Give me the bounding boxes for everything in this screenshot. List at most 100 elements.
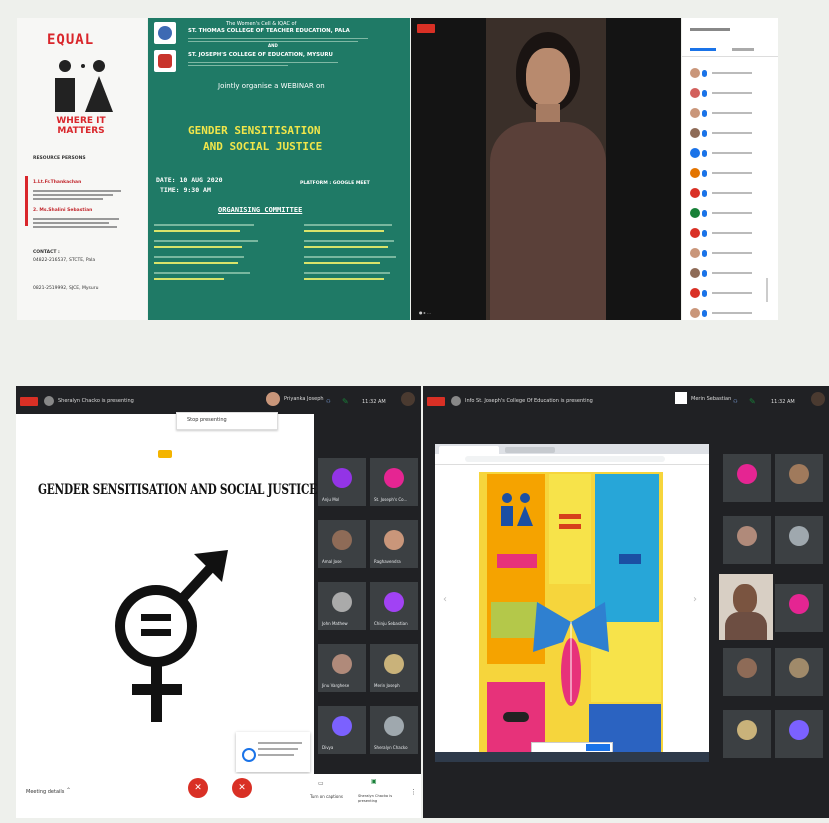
tab-people[interactable]	[690, 48, 716, 51]
equal-subtitle: WHERE IT MATTERS	[56, 116, 106, 136]
chat-icon[interactable]: ✎	[342, 397, 349, 406]
participant-tile[interactable]: Chinju Sebastian	[370, 582, 418, 630]
taskbar	[435, 752, 709, 762]
chevron-up-icon[interactable]: ⌃	[66, 787, 71, 794]
participant-tile[interactable]: Sheralyn Chacko	[370, 706, 418, 754]
participant-tile[interactable]: St. Joseph's Co...	[370, 458, 418, 506]
participant-tile[interactable]	[723, 454, 771, 502]
resource-person-2: 2. Ms.Shalini Sebastian	[33, 208, 93, 213]
browser-tab[interactable]	[439, 446, 499, 454]
mustache-icon	[503, 712, 529, 722]
topic-line-2: AND SOCIAL JUSTICE	[203, 140, 323, 153]
participant-tile[interactable]: Amal Jose	[318, 520, 366, 568]
user-avatar[interactable]	[811, 392, 825, 406]
user-name: Merin Sebastian	[691, 396, 732, 402]
resource-person-1: 1.Lt.Fr.Thankachan	[33, 180, 82, 185]
participant-tile[interactable]: Jinu Varghese	[318, 644, 366, 692]
user-avatar[interactable]	[401, 392, 415, 406]
participant-tile[interactable]	[775, 648, 823, 696]
webinar-date: DATE: 10 AUG 2020	[156, 176, 223, 184]
participant-row[interactable]	[690, 188, 770, 200]
committee-list	[154, 220, 404, 316]
participant-list	[682, 18, 778, 320]
tab-chat[interactable]	[732, 48, 754, 51]
speaker-frame	[486, 18, 606, 320]
webinar-poster: The Women's Cell & IQAC of ST. THOMAS CO…	[148, 18, 410, 320]
browser-tab[interactable]	[505, 447, 555, 453]
speaker-video: ● ▸ ...	[411, 18, 681, 320]
meet-topbar: Info St. Joseph's College Of Education i…	[423, 386, 829, 414]
chat-icon[interactable]: ✎	[749, 397, 756, 406]
meet-topbar: Sheralyn Chacko is presenting Priyanka J…	[16, 386, 421, 414]
participant-row[interactable]	[690, 108, 770, 120]
meeting-details-link[interactable]: Meeting details	[26, 789, 64, 795]
participant-row[interactable]	[690, 88, 770, 100]
next-arrow-icon[interactable]: ›	[693, 594, 697, 605]
mic-off-button[interactable]: ✕	[188, 778, 208, 798]
artwork-photo	[479, 472, 663, 762]
participant-tile[interactable]	[775, 710, 823, 758]
participant-row[interactable]	[690, 168, 770, 180]
participant-tile[interactable]	[775, 584, 823, 632]
more-options-icon[interactable]: ⋮	[410, 788, 417, 796]
participant-tile[interactable]	[723, 710, 771, 758]
equal-poster: EQUAL WHERE IT MATTERS RESOURCE PERSONS …	[17, 18, 147, 320]
participant-row[interactable]	[690, 148, 770, 160]
present-icon[interactable]: ▣	[371, 778, 377, 785]
stop-presenting-button[interactable]	[586, 744, 610, 751]
webinar-platform: PLATFORM : GOOGLE MEET	[300, 181, 370, 186]
participant-row[interactable]	[690, 268, 770, 280]
captions-icon[interactable]: ▭	[318, 780, 324, 787]
participant-tile[interactable]	[775, 454, 823, 502]
art-panel-green	[491, 602, 539, 638]
people-icon[interactable]: ⚇	[733, 399, 737, 405]
participant-tile[interactable]	[723, 516, 771, 564]
notification-icon	[242, 748, 256, 762]
camera-off-button[interactable]: ✕	[232, 778, 252, 798]
art-label-pink	[497, 554, 537, 568]
participant-tile[interactable]: Divya	[318, 706, 366, 754]
notification-card[interactable]	[236, 732, 310, 772]
stop-presenting-banner[interactable]: Stop presenting	[176, 412, 278, 430]
prev-arrow-icon[interactable]: ‹	[443, 594, 447, 605]
participant-row[interactable]	[690, 128, 770, 140]
participant-row[interactable]	[690, 308, 770, 320]
organise-text: Jointly organise a WEBINAR on	[218, 82, 325, 90]
presenter-avatar	[451, 396, 461, 406]
people-icon[interactable]: ⚇	[326, 399, 330, 405]
presenting-text: Sheralyn Chacko is presenting	[58, 398, 134, 404]
participant-row[interactable]	[690, 68, 770, 80]
presenting-text: Info St. Joseph's College Of Education i…	[465, 398, 593, 404]
participant-tile[interactable]: Anju Mol	[318, 458, 366, 506]
college1-logo	[154, 22, 176, 44]
participant-row[interactable]	[690, 228, 770, 240]
speaker-clothing	[490, 122, 606, 320]
participant-tile[interactable]	[775, 516, 823, 564]
address-input[interactable]	[465, 456, 665, 462]
person1-details	[33, 188, 123, 202]
participant-tile[interactable]: John Mathew	[318, 582, 366, 630]
presenting-label: Sheralyn Chacko is presenting	[358, 794, 393, 803]
participant-tile[interactable]: Raghavendra	[370, 520, 418, 568]
participant-list-header	[690, 28, 730, 31]
participant-video[interactable]	[719, 574, 773, 640]
college2-logo	[154, 50, 176, 72]
browser-tabbar	[435, 444, 709, 454]
and-text: AND	[268, 43, 278, 48]
recording-indicator	[20, 397, 38, 406]
scrollbar[interactable]	[766, 278, 768, 302]
slide-title: GENDER SENSITISATION AND SOCIAL JUSTICE	[38, 482, 317, 498]
college2-name: ST. JOSEPH'S COLLEGE OF EDUCATION, MYSUR…	[188, 52, 333, 58]
art-panel-yellow	[549, 474, 591, 584]
equality-symbol-icon	[55, 60, 113, 112]
video-footer: ● ▸ ...	[419, 310, 431, 315]
participant-tile[interactable]: Merin Joseph	[370, 644, 418, 692]
participant-row[interactable]	[690, 248, 770, 260]
participant-row[interactable]	[690, 288, 770, 300]
equal-title: EQUAL	[47, 32, 95, 48]
shared-slide: Stop presenting GENDER SENSITISATION AND…	[16, 412, 317, 774]
presenter-thumbnail	[266, 392, 280, 406]
participant-row[interactable]	[690, 208, 770, 220]
meet-bottom-bar: Meeting details ⌃ ✕ ✕ ▭ Turn on captions…	[16, 774, 421, 818]
participant-tile[interactable]	[723, 648, 771, 696]
